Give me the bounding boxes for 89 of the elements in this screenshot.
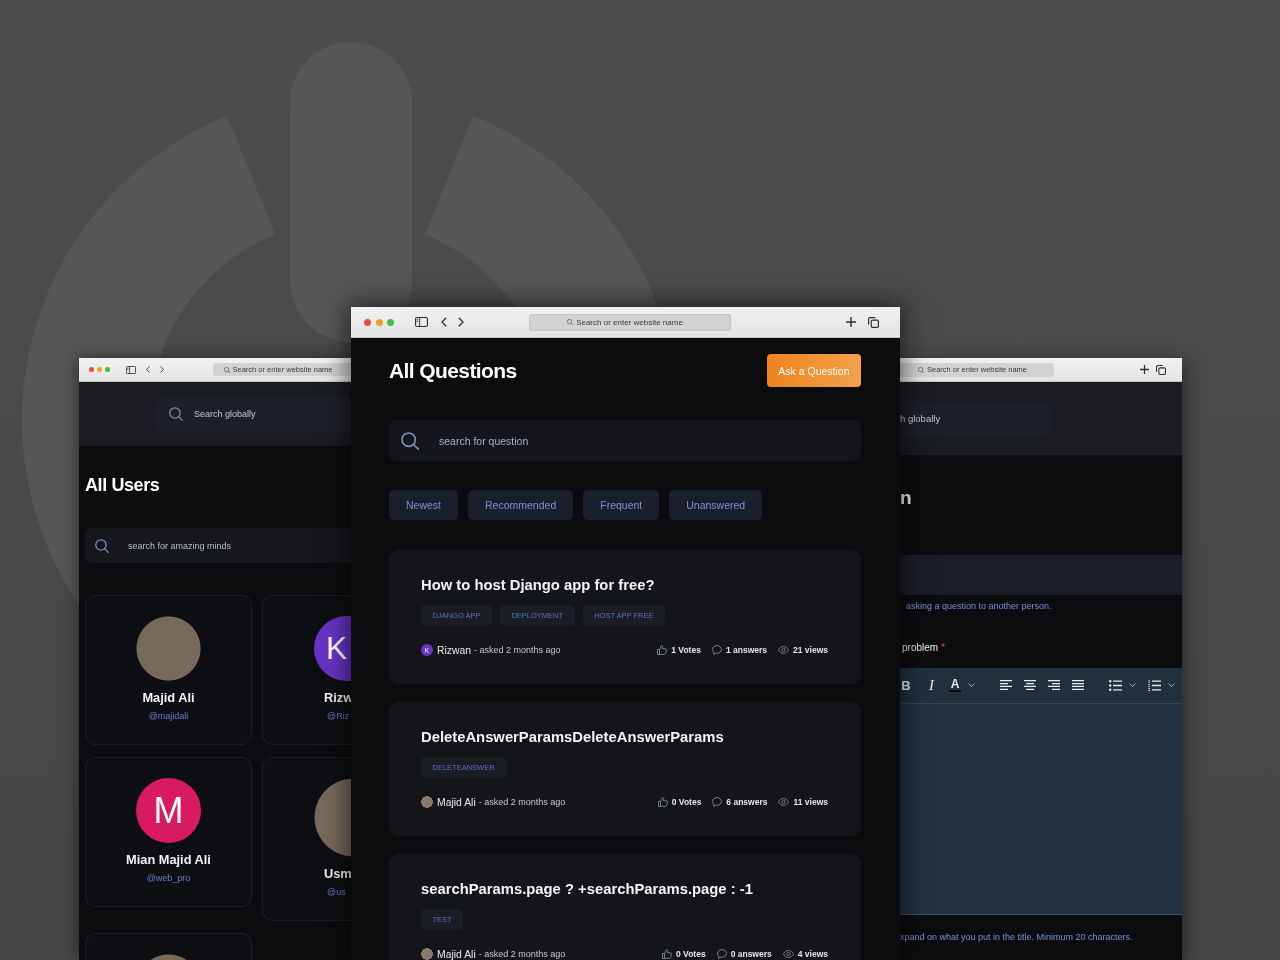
answer-count: 0 answers	[730, 949, 772, 959]
user-card[interactable]	[85, 933, 252, 960]
helper-text: xpand on what you put in the title. Minimum 20 characters.	[900, 932, 1133, 943]
helper-text: asking a question to another person.	[905, 601, 1052, 612]
search-icon	[169, 407, 183, 421]
caret-icon[interactable]	[968, 682, 975, 688]
filter-tab[interactable]: Frequent	[583, 490, 660, 520]
bold-button[interactable]: B	[901, 677, 911, 693]
speech-bubble-icon	[711, 645, 722, 655]
question-title[interactable]: searchParams.page ? +searchParams.page : -1	[421, 879, 828, 899]
filter-tab[interactable]: Recommended	[468, 490, 574, 520]
search-icon	[566, 319, 573, 325]
chevron-left-icon[interactable]	[440, 317, 447, 327]
numbered-list-icon[interactable]	[1148, 679, 1161, 691]
search-field[interactable]: search for question	[389, 420, 861, 461]
user-avatar: M	[136, 778, 201, 843]
thumbs-up-icon	[662, 949, 672, 959]
page-title: n	[900, 487, 912, 509]
filter-tab[interactable]: Newest	[389, 490, 458, 520]
caret-icon[interactable]	[1168, 682, 1175, 688]
user-card[interactable]: Majid Ali @majidali	[85, 595, 252, 745]
user-handle: @web_pro	[146, 873, 191, 884]
search-field[interactable]: h globally	[900, 401, 1050, 436]
vote-count: 0 Votes	[676, 949, 706, 959]
page-title: All Questions	[389, 357, 517, 384]
search-icon	[223, 366, 230, 373]
author-name[interactable]: Majid Ali	[437, 796, 476, 808]
required-mark: *	[941, 642, 946, 654]
eye-icon	[778, 646, 789, 654]
justify-icon[interactable]	[1072, 680, 1084, 690]
field-label: problem	[902, 642, 939, 654]
avatar-photo-placeholder	[421, 796, 433, 808]
user-name: Majid Ali	[142, 691, 195, 705]
author-name[interactable]: Majid Ali	[437, 948, 476, 960]
avatar-photo-placeholder	[421, 948, 433, 960]
sidebar-icon[interactable]	[126, 365, 136, 374]
asked-time: - asked 2 months ago	[478, 949, 566, 959]
answer-count: 1 answers	[725, 645, 767, 655]
thumbs-up-icon	[657, 645, 668, 655]
plus-icon[interactable]	[845, 317, 856, 327]
sidebar-icon[interactable]	[414, 317, 428, 327]
question-title[interactable]: How to host Django app for free?	[421, 575, 828, 595]
align-left-icon[interactable]	[1000, 680, 1012, 690]
question-title[interactable]: DeleteAnswerParamsDeleteAnswerParams	[421, 727, 828, 747]
filter-tab[interactable]: Unanswered	[669, 490, 763, 520]
title-input-field[interactable]	[900, 555, 1182, 595]
chevron-right-icon[interactable]	[457, 317, 464, 327]
asked-time: - asked 2 months ago	[474, 645, 561, 655]
search-field[interactable]: Search globally	[157, 397, 352, 431]
search-field[interactable]: search for amazing minds	[85, 528, 352, 563]
user-handle: @Riz	[327, 711, 350, 722]
caret-icon[interactable]	[1129, 682, 1136, 688]
user-handle: @majidali	[148, 711, 189, 722]
thumbs-up-icon	[657, 797, 668, 807]
chevron-right-icon[interactable]	[160, 366, 164, 373]
author-name[interactable]: Rizwan	[437, 644, 472, 656]
address-bar[interactable]: Search or enter website name	[528, 313, 731, 331]
user-name: Usm	[324, 867, 352, 881]
asked-time: - asked 2 months ago	[478, 797, 566, 807]
eye-icon	[778, 798, 790, 806]
overlapping-squares-icon[interactable]	[1156, 364, 1166, 375]
align-right-icon[interactable]	[1048, 680, 1060, 690]
page-title: All Users	[85, 474, 160, 496]
view-count: 21 views	[793, 645, 828, 655]
user-name: Mian Majid Ali	[126, 853, 211, 867]
vote-count: 1 Votes	[671, 645, 701, 655]
bullet-list-icon[interactable]	[1109, 679, 1122, 691]
vote-count: 0 Votes	[671, 797, 702, 807]
chevron-left-icon[interactable]	[146, 366, 150, 373]
view-count: 4 views	[797, 949, 828, 959]
speech-bubble-icon	[712, 797, 723, 807]
search-icon	[95, 538, 109, 553]
view-count: 11 views	[793, 797, 828, 807]
search-icon	[401, 431, 419, 450]
eye-icon	[782, 950, 794, 958]
search-icon	[918, 366, 924, 373]
align-center-icon[interactable]	[1024, 680, 1036, 690]
answer-count: 6 answers	[726, 797, 768, 807]
user-card[interactable]: M Mian Majid Ali @web_pro	[85, 757, 252, 907]
window-close-icon[interactable]	[364, 318, 371, 326]
plus-icon[interactable]	[1139, 365, 1149, 374]
user-card[interactable]: Usm @us	[262, 757, 352, 921]
overlapping-squares-icon[interactable]	[868, 316, 879, 328]
text-color-button[interactable]: A	[949, 678, 961, 692]
user-avatar: K	[314, 616, 352, 681]
user-handle: @us	[327, 887, 346, 898]
speech-bubble-icon	[716, 949, 727, 959]
window-close-icon[interactable]	[89, 367, 94, 372]
italic-button[interactable]: I	[927, 676, 936, 694]
